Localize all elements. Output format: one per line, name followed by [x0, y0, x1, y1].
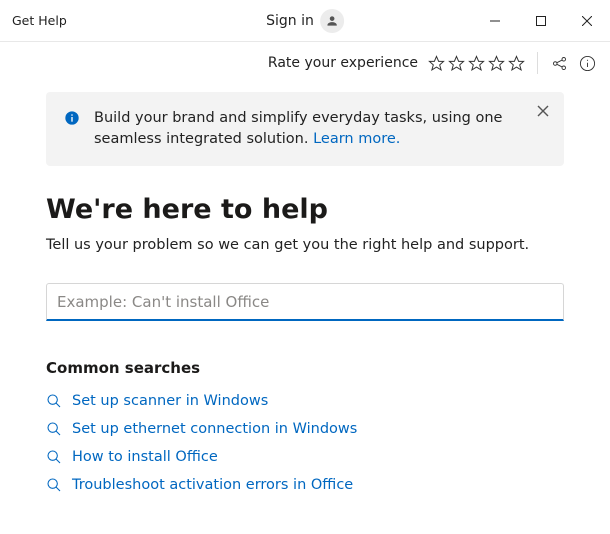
info-icon[interactable] [578, 54, 596, 72]
star-4[interactable] [488, 55, 505, 72]
page-subheading: Tell us your problem so we can get you t… [46, 237, 564, 253]
app-title: Get Help [12, 13, 67, 28]
common-search-item[interactable]: Set up scanner in Windows [46, 387, 564, 415]
common-search-text: Set up ethernet connection in Windows [72, 421, 357, 437]
promo-banner: Build your brand and simplify everyday t… [46, 92, 564, 166]
common-searches-list: Set up scanner in Windows Set up etherne… [46, 387, 564, 499]
search-icon [46, 421, 62, 437]
star-2[interactable] [448, 55, 465, 72]
banner-learn-more-link[interactable]: Learn more. [313, 131, 400, 147]
close-button[interactable] [564, 0, 610, 42]
banner-text: Build your brand and simplify everyday t… [94, 108, 520, 150]
window-controls [472, 0, 610, 42]
rating-stars [428, 55, 525, 72]
search-icon [46, 393, 62, 409]
search-input[interactable] [46, 283, 564, 321]
page-heading: We're here to help [46, 194, 564, 225]
toolbar: Rate your experience [0, 42, 610, 82]
star-1[interactable] [428, 55, 445, 72]
maximize-button[interactable] [518, 0, 564, 42]
sign-in-label: Sign in [266, 13, 314, 29]
rate-experience-label: Rate your experience [268, 55, 418, 71]
common-search-text: Set up scanner in Windows [72, 393, 268, 409]
share-icon[interactable] [550, 54, 568, 72]
minimize-button[interactable] [472, 0, 518, 42]
info-circle-icon [64, 110, 80, 126]
common-search-text: Troubleshoot activation errors in Office [72, 477, 353, 493]
common-search-item[interactable]: How to install Office [46, 443, 564, 471]
banner-message: Build your brand and simplify everyday t… [94, 110, 502, 147]
content: Build your brand and simplify everyday t… [0, 82, 610, 499]
search-icon [46, 477, 62, 493]
star-3[interactable] [468, 55, 485, 72]
search-icon [46, 449, 62, 465]
common-searches-title: Common searches [46, 359, 564, 377]
banner-close-button[interactable] [534, 102, 552, 120]
titlebar: Get Help Sign in [0, 0, 610, 42]
separator [537, 52, 538, 74]
common-search-item[interactable]: Set up ethernet connection in Windows [46, 415, 564, 443]
star-5[interactable] [508, 55, 525, 72]
common-search-text: How to install Office [72, 449, 218, 465]
common-search-item[interactable]: Troubleshoot activation errors in Office [46, 471, 564, 499]
user-avatar-icon [320, 9, 344, 33]
sign-in-button[interactable]: Sign in [266, 9, 344, 33]
